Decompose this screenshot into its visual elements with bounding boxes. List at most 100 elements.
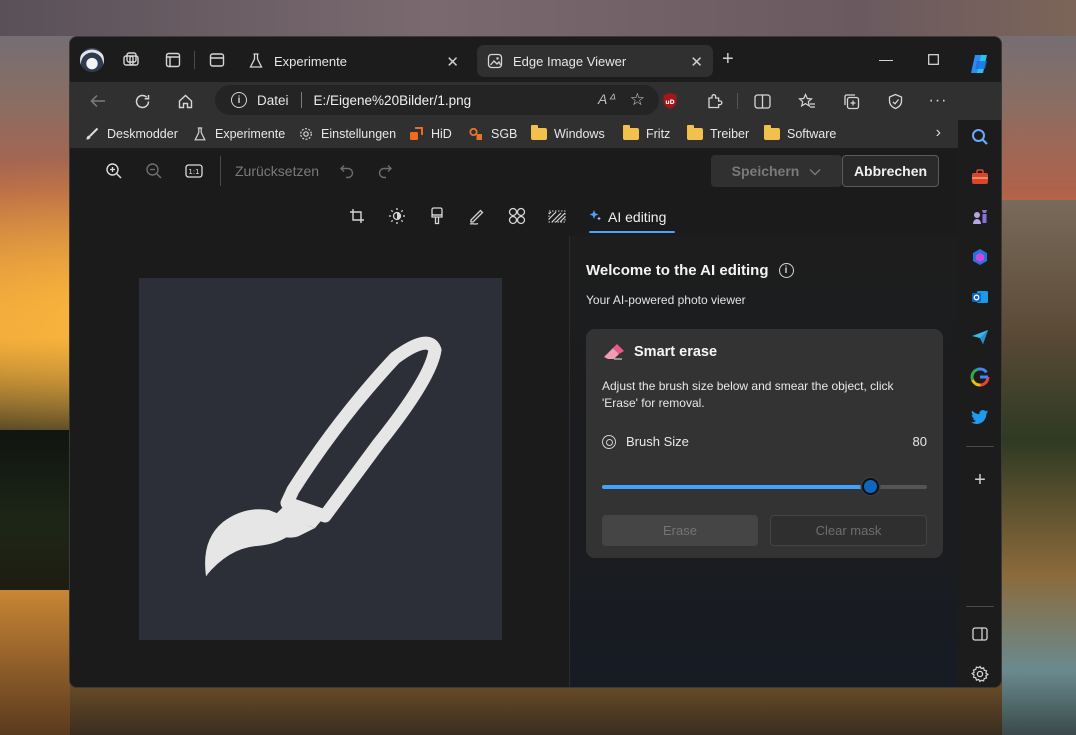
extensions-icon[interactable]	[702, 89, 726, 113]
brightness-icon[interactable]	[386, 205, 408, 227]
slider-thumb[interactable]	[862, 478, 879, 495]
toolbar-separator	[220, 156, 221, 186]
home-icon[interactable]	[171, 88, 199, 114]
chevron-right-icon[interactable]: ›	[936, 124, 941, 142]
bookmark-fritz[interactable]: Fritz	[623, 124, 670, 144]
brush-size-slider[interactable]	[602, 478, 927, 495]
bookmark-label: Windows	[554, 127, 605, 141]
bookmark-treiber[interactable]: Treiber	[687, 124, 749, 144]
gear-icon	[298, 127, 314, 141]
back-icon[interactable]	[84, 88, 112, 114]
tab-edge-image-viewer[interactable]: Edge Image Viewer ✕	[477, 45, 713, 77]
bookmark-sgb[interactable]: SGB	[468, 124, 517, 144]
minimize-icon[interactable]: —	[863, 45, 909, 73]
zoom-in-icon[interactable]	[102, 160, 126, 182]
edited-image[interactable]	[139, 278, 502, 640]
image-canvas[interactable]	[70, 236, 569, 687]
cancel-button[interactable]: Abbrechen	[842, 155, 939, 187]
drop-icon[interactable]	[968, 325, 992, 349]
split-screen-icon[interactable]	[750, 89, 774, 113]
favorite-star-icon[interactable]: ☆	[630, 90, 645, 110]
zoom-out-icon[interactable]	[142, 160, 166, 182]
address-bar[interactable]: i Datei E:/Eigene%20Bilder/1.png Aᐞ ☆	[215, 85, 659, 115]
actual-size-icon[interactable]: 1:1	[182, 160, 206, 182]
smart-erase-description: Adjust the brush size below and smear th…	[602, 379, 894, 410]
bookmark-windows[interactable]: Windows	[531, 124, 605, 144]
tab-label: Edge Image Viewer	[513, 53, 627, 69]
microsoft365-icon[interactable]	[968, 245, 992, 269]
tab-experimente[interactable]: Experimente ✕	[238, 45, 469, 77]
flask-icon	[192, 127, 208, 141]
settings-gear-icon[interactable]	[968, 662, 992, 686]
address-url[interactable]: E:/Eigene%20Bilder/1.png	[314, 93, 472, 108]
bookmark-experimente[interactable]: Experimente	[192, 124, 285, 144]
edge-sidebar: +	[958, 55, 1001, 687]
games-icon[interactable]	[968, 205, 992, 229]
bookmark-label: Software	[787, 127, 837, 141]
desktop-wallpaper	[0, 0, 1076, 36]
toolbar-separator	[737, 93, 738, 109]
outlook-icon[interactable]	[968, 285, 992, 309]
search-icon[interactable]	[968, 125, 992, 149]
wallpaper-rock	[1002, 200, 1076, 735]
brush-size-value: 80	[912, 434, 927, 449]
ublock-icon[interactable]: uD	[658, 89, 682, 113]
sidebar-separator	[966, 606, 994, 607]
hide-sidebar-icon[interactable]	[968, 622, 992, 646]
save-label: Speichern	[731, 163, 800, 179]
refresh-icon[interactable]	[128, 88, 156, 114]
ai-editing-panel: Welcome to the AI editing i Your AI-powe…	[569, 236, 958, 687]
brush-size-row: Brush Size 80	[602, 434, 927, 449]
more-menu-icon[interactable]: ···	[926, 89, 950, 113]
maximize-icon[interactable]	[910, 45, 956, 73]
image-viewer: 1:1 Zurücksetzen Speichern Abbrechen AI …	[70, 148, 958, 687]
new-tab-icon[interactable]: +	[722, 49, 734, 69]
clear-mask-button[interactable]: Clear mask	[770, 515, 927, 546]
erase-button[interactable]: Erase	[602, 515, 758, 546]
tab-actions-icon[interactable]	[162, 49, 184, 71]
filter-brush-icon[interactable]	[426, 205, 448, 227]
undo-icon[interactable]	[335, 160, 359, 182]
bookmark-label: HiD	[431, 127, 452, 141]
retouch-icon[interactable]	[506, 205, 528, 227]
reset-button[interactable]: Zurücksetzen	[235, 163, 319, 179]
panel-title: Welcome to the AI editing i	[586, 262, 794, 279]
read-aloud-icon[interactable]: Aᐞ	[598, 91, 615, 108]
twitter-icon[interactable]	[968, 405, 992, 429]
crop-icon[interactable]	[346, 205, 368, 227]
slider-fill	[602, 485, 870, 489]
address-bar-row: i Datei E:/Eigene%20Bilder/1.png Aᐞ ☆ uD…	[70, 82, 1001, 120]
collections-icon[interactable]	[839, 89, 863, 113]
bookmark-software[interactable]: Software	[764, 124, 836, 144]
save-button[interactable]: Speichern	[711, 155, 842, 187]
close-icon[interactable]: ✕	[446, 53, 459, 71]
workspaces-icon[interactable]	[120, 49, 142, 71]
vertical-tabs-icon[interactable]	[206, 49, 228, 71]
wallpaper-reflection	[0, 590, 70, 735]
info-icon[interactable]: i	[231, 92, 247, 108]
favorites-icon[interactable]	[795, 89, 819, 113]
paintbrush-image	[205, 336, 442, 576]
background-blur-icon[interactable]	[546, 205, 568, 227]
add-icon[interactable]: +	[968, 468, 992, 492]
copilot-icon[interactable]	[968, 52, 992, 76]
sidebar-separator	[966, 446, 994, 447]
sparkle-icon	[589, 209, 602, 225]
toolbox-icon[interactable]	[968, 165, 992, 189]
bookmark-deskmodder[interactable]: Deskmodder	[84, 124, 178, 144]
bookmark-einstellungen[interactable]: Einstellungen	[298, 124, 396, 144]
folder-icon	[687, 125, 703, 141]
google-icon[interactable]	[968, 365, 992, 389]
markup-pen-icon[interactable]	[466, 205, 488, 227]
active-tab-indicator	[589, 231, 675, 233]
info-icon[interactable]: i	[778, 263, 794, 278]
target-icon	[602, 434, 616, 449]
redo-icon[interactable]	[373, 160, 397, 182]
bookmark-hid[interactable]: HiD	[408, 124, 452, 144]
tab-ai-editing[interactable]: AI editing	[589, 202, 666, 232]
address-scheme: Datei	[257, 92, 289, 108]
browser-essentials-icon[interactable]	[883, 89, 907, 113]
browser-window: Experimente ✕ Edge Image Viewer ✕ + — ✕ …	[69, 36, 1002, 688]
close-icon[interactable]: ✕	[690, 53, 703, 71]
profile-avatar[interactable]	[80, 48, 104, 72]
